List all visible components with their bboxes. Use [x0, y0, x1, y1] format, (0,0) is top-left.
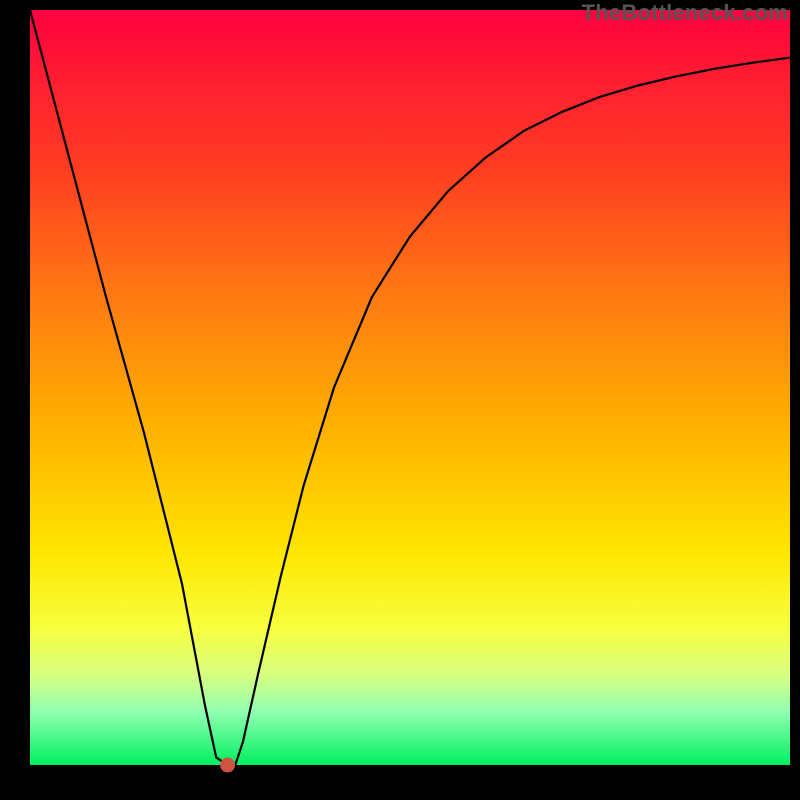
bottleneck-curve [30, 10, 790, 765]
chart-frame: TheBottleneck.com [0, 0, 800, 800]
watermark-text: TheBottleneck.com [582, 0, 788, 26]
plot-area [30, 10, 790, 765]
curve-path [30, 10, 790, 765]
minimum-marker [221, 758, 235, 772]
